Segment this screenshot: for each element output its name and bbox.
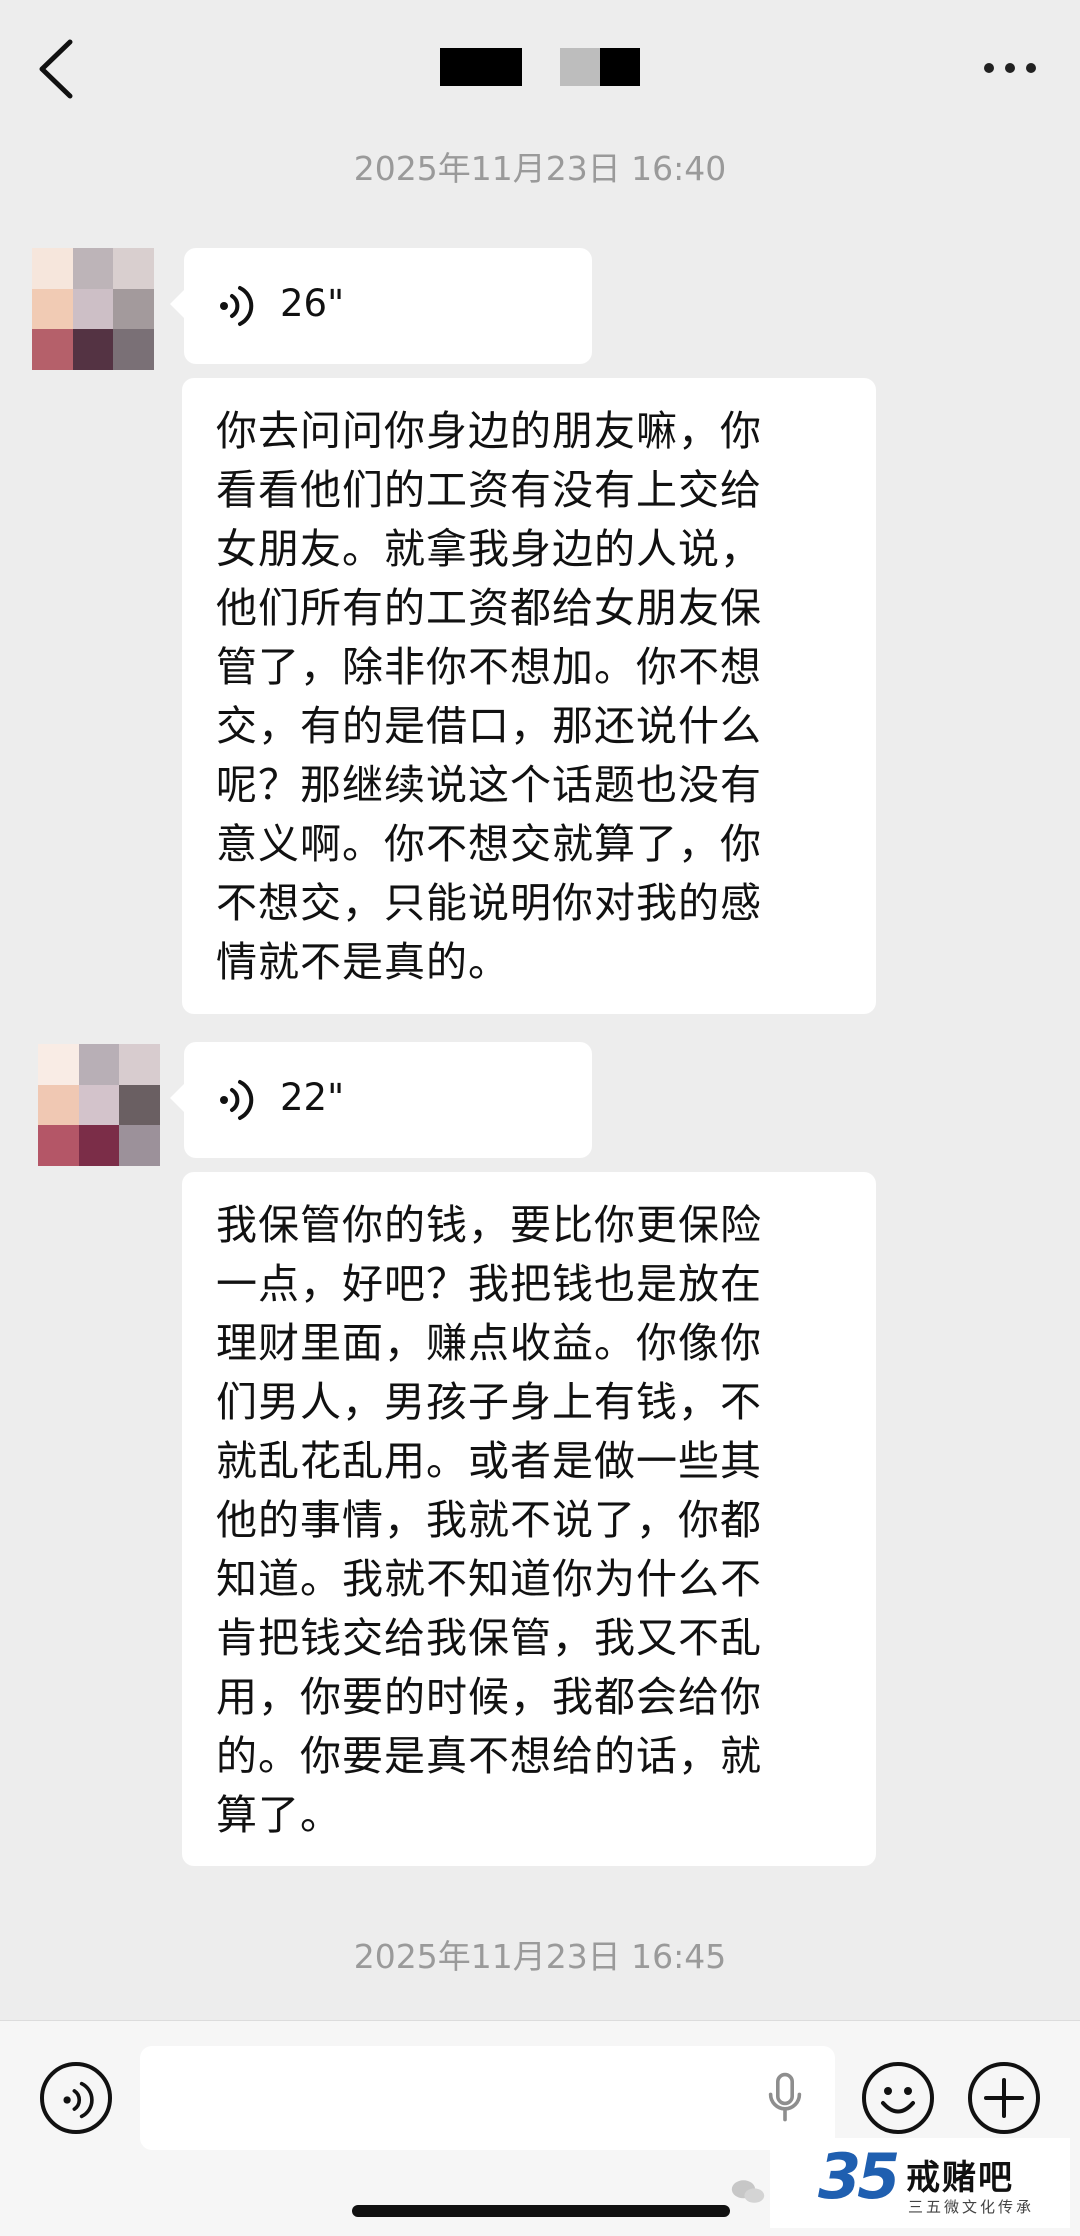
message-line: 用，你要的时候，我都会给你	[216, 1673, 762, 1721]
chevron-left-icon[interactable]	[28, 36, 88, 102]
message-line: 一点，好吧？我把钱也是放在	[216, 1260, 762, 1308]
emoji-button[interactable]	[862, 2062, 934, 2134]
watermark-logo-number: 35	[818, 2140, 900, 2213]
smiley-icon	[881, 2087, 915, 2114]
home-indicator[interactable]	[352, 2205, 730, 2217]
message-line: 们男人，男孩子身上有钱，不	[216, 1378, 762, 1426]
message-line: 我保管你的钱，要比你更保险	[216, 1201, 762, 1249]
wechat-logo-icon	[731, 2180, 765, 2203]
message-line: 知道。我就不知道你为什么不	[216, 1555, 762, 1603]
plus-icon	[984, 2078, 1024, 2118]
message-input[interactable]	[140, 2046, 835, 2150]
voice-message-bubble[interactable]: 22"	[170, 1042, 592, 1158]
watermark: 35 戒赌吧 三五微文化传承	[731, 2138, 1070, 2228]
avatar[interactable]	[38, 1044, 160, 1166]
message-line: 肯把钱交给我保管，我又不乱	[216, 1614, 762, 1662]
message-timestamp: 2025年11月23日 16:40	[353, 149, 727, 188]
text-message-bubble[interactable]: 你去问问你身边的朋友嘛，你 看看他们的工资有没有上交给 女朋友。就拿我身边的人说…	[182, 378, 876, 1014]
voice-wave-icon	[220, 286, 254, 326]
voice-toggle-button[interactable]	[40, 2062, 112, 2134]
more-dots-icon[interactable]	[980, 60, 1040, 76]
message-line: 算了。	[216, 1791, 342, 1839]
message-line: 他的事情，我就不说了，你都	[216, 1496, 762, 1544]
message-line: 情就不是真的。	[216, 938, 510, 986]
watermark-name: 戒赌吧	[906, 2158, 1014, 2198]
message-line: 的。你要是真不想给的话，就	[216, 1732, 762, 1780]
message-line: 管了，除非你不想加。你不想	[216, 643, 762, 691]
microphone-icon[interactable]	[767, 2072, 803, 2124]
message-line: 交，有的是借口，那还说什么	[216, 702, 762, 750]
message-line: 就乱花乱用。或者是做一些其	[216, 1437, 762, 1485]
add-button[interactable]	[968, 2062, 1040, 2134]
voice-wave-icon	[63, 2081, 94, 2119]
voice-message-bubble[interactable]: 26"	[170, 248, 592, 364]
message-line: 呢？那继续说这个话题也没有	[216, 761, 762, 809]
voice-duration: 22"	[280, 1076, 345, 1119]
message-line: 不想交，只能说明你对我的感	[216, 879, 762, 927]
voice-duration: 26"	[280, 282, 345, 325]
message-line: 意义啊。你不想交就算了，你	[216, 820, 762, 868]
message-line: 女朋友。就拿我身边的人说，	[216, 525, 762, 573]
message-line: 看看他们的工资有没有上交给	[216, 466, 762, 514]
message-timestamp: 2025年11月23日 16:45	[353, 1937, 727, 1976]
message-line: 你去问问你身边的朋友嘛，你	[216, 407, 762, 455]
chat-header	[0, 0, 1080, 128]
voice-wave-icon	[220, 1080, 254, 1120]
chat-title-redacted	[440, 48, 642, 86]
text-message-bubble[interactable]: 我保管你的钱，要比你更保险 一点，好吧？我把钱也是放在 理财里面，赚点收益。你像…	[182, 1172, 876, 1866]
message-line: 他们所有的工资都给女朋友保	[216, 584, 762, 632]
message-line: 理财里面，赚点收益。你像你	[216, 1319, 762, 1367]
avatar[interactable]	[32, 248, 154, 370]
watermark-tagline: 三五微文化传承	[908, 2198, 1035, 2216]
